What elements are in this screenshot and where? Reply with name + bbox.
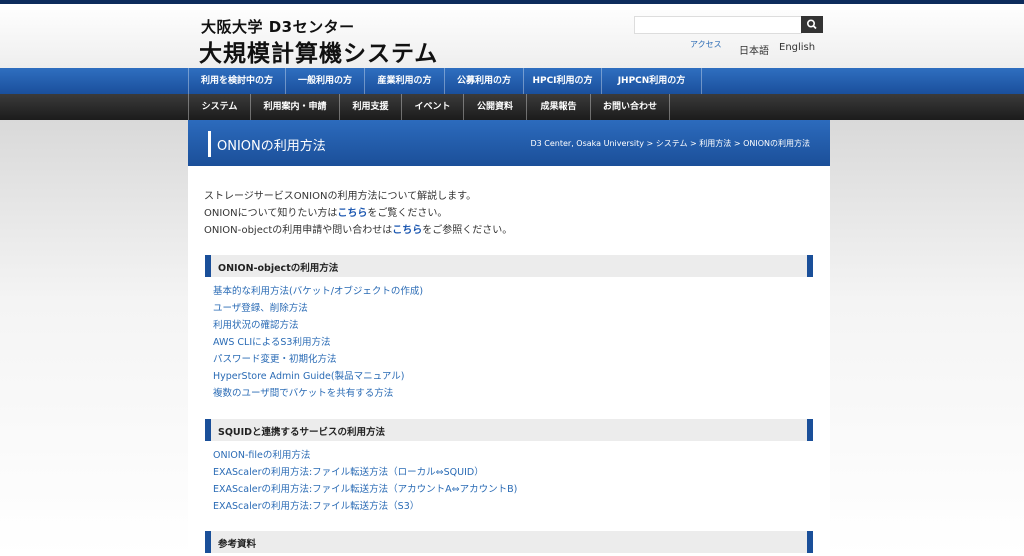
intro-line-3: ONION-objectの利用申請や問い合わせはこちらをご参照ください。 bbox=[204, 225, 513, 236]
intro-line-1: ストレージサービスONIONの利用方法について解説します。 bbox=[204, 191, 477, 202]
link-aws-cli[interactable]: AWS CLIによるS3利用方法 bbox=[213, 334, 423, 351]
nav-item-considering[interactable]: 利用を検討中の方 bbox=[188, 68, 285, 94]
page-title: ONIONの利用方法 bbox=[217, 139, 326, 154]
link-exascaler-account[interactable]: EXAScalerの利用方法:ファイル転送方法（アカウントA⇔アカウントB) bbox=[213, 481, 517, 498]
section-heading-references: 参考資料 bbox=[205, 531, 813, 553]
link-password-change[interactable]: パスワード変更・初期化方法 bbox=[213, 351, 423, 368]
section-heading-onion-object: ONION-objectの利用方法 bbox=[205, 255, 813, 277]
link-exascaler-s3[interactable]: EXAScalerの利用方法:ファイル転送方法（S3） bbox=[213, 498, 517, 515]
main-content: ONIONの利用方法 D3 Center, Osaka University >… bbox=[188, 120, 830, 556]
nav-item-support[interactable]: 利用支援 bbox=[339, 94, 401, 120]
nav-item-contact[interactable]: お問い合わせ bbox=[590, 94, 670, 120]
squid-link-list: ONION-fileの利用方法 EXAScalerの利用方法:ファイル転送方法（… bbox=[213, 447, 517, 515]
search-input[interactable] bbox=[634, 16, 802, 34]
onion-object-link-list: 基本的な利用方法(バケット/オブジェクトの作成) ユーザ登録、削除方法 利用状況… bbox=[213, 283, 423, 402]
nav-item-public-offering[interactable]: 公募利用の方 bbox=[444, 68, 523, 94]
nav-item-hpci[interactable]: HPCI利用の方 bbox=[523, 68, 601, 94]
link-usage-status[interactable]: 利用状況の確認方法 bbox=[213, 317, 423, 334]
primary-nav: 利用を検討中の方 一般利用の方 産業利用の方 公募利用の方 HPCI利用の方 J… bbox=[0, 68, 1024, 94]
onion-object-contact-link[interactable]: こちら bbox=[392, 225, 422, 236]
nav-item-events[interactable]: イベント bbox=[401, 94, 463, 120]
nav-item-reports[interactable]: 成果報告 bbox=[526, 94, 590, 120]
intro-text: ストレージサービスONIONの利用方法について解説します。 ONIONについて知… bbox=[204, 188, 512, 239]
nav-item-jhpcn[interactable]: JHPCN利用の方 bbox=[601, 68, 702, 94]
secondary-nav: システム 利用案内・申請 利用支援 イベント 公開資料 成果報告 お問い合わせ bbox=[0, 94, 1024, 120]
site-title[interactable]: 大規模計算機システム bbox=[199, 34, 438, 68]
link-basic-usage[interactable]: 基本的な利用方法(バケット/オブジェクトの作成) bbox=[213, 283, 423, 300]
nav-item-usage-guide[interactable]: 利用案内・申請 bbox=[250, 94, 339, 120]
nav-item-general[interactable]: 一般利用の方 bbox=[285, 68, 364, 94]
language-japanese-link[interactable]: 日本語 bbox=[739, 42, 769, 57]
link-exascaler-local-squid[interactable]: EXAScalerの利用方法:ファイル転送方法（ローカル⇔SQUID） bbox=[213, 464, 517, 481]
intro-line-2: ONIONについて知りたい方はこちらをご覧ください。 bbox=[204, 208, 448, 219]
nav-item-publications[interactable]: 公開資料 bbox=[463, 94, 526, 120]
search-button[interactable] bbox=[801, 16, 823, 33]
nav-item-industry[interactable]: 産業利用の方 bbox=[364, 68, 444, 94]
breadcrumb[interactable]: D3 Center, Osaka University > システム > 利用方… bbox=[530, 138, 810, 149]
link-onion-file[interactable]: ONION-fileの利用方法 bbox=[213, 447, 517, 464]
title-accent-bar bbox=[208, 131, 211, 157]
search-icon bbox=[807, 19, 817, 30]
access-link[interactable]: アクセス bbox=[690, 39, 722, 50]
page-title-bar: ONIONの利用方法 D3 Center, Osaka University >… bbox=[188, 120, 830, 166]
language-english-link[interactable]: English bbox=[779, 42, 815, 53]
section-heading-squid: SQUIDと連携するサービスの利用方法 bbox=[205, 419, 813, 441]
link-user-registration[interactable]: ユーザ登録、削除方法 bbox=[213, 300, 423, 317]
link-bucket-sharing[interactable]: 複数のユーザ間でバケットを共有する方法 bbox=[213, 385, 423, 402]
link-hyperstore-guide[interactable]: HyperStore Admin Guide(製品マニュアル) bbox=[213, 368, 423, 385]
site-header: 大阪大学 D3センター 大規模計算機システム アクセス 日本語 English bbox=[0, 4, 1024, 68]
nav-item-system[interactable]: システム bbox=[188, 94, 250, 120]
onion-info-link[interactable]: こちら bbox=[337, 208, 367, 219]
